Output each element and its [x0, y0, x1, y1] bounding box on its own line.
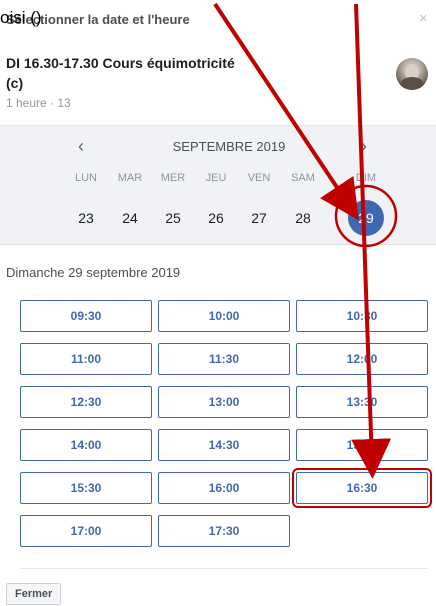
weekday-label: LUN — [74, 172, 97, 184]
calendar-day[interactable]: 24 — [112, 200, 148, 236]
time-slot-button[interactable]: 10:30 — [296, 300, 428, 332]
avatar — [396, 58, 428, 90]
event-title: DI 16.30-17.30 Cours équimotricité (c) — [6, 55, 235, 91]
time-slot-button[interactable]: 09:30 — [20, 300, 152, 332]
footer-divider — [20, 568, 428, 569]
weekday-label: JEU — [205, 172, 227, 184]
weekday-label: DIM — [355, 172, 377, 184]
time-slot-button[interactable]: 10:00 — [158, 300, 290, 332]
calendar-day[interactable]: 26 — [198, 200, 234, 236]
time-slot-button[interactable]: 16:00 — [158, 472, 290, 504]
time-slot-button[interactable]: 13:30 — [296, 386, 428, 418]
weekday-label: VEN — [247, 172, 271, 184]
time-slot-button[interactable]: 12:30 — [20, 386, 152, 418]
time-slot-button[interactable]: 15:30 — [20, 472, 152, 504]
time-slot-button[interactable]: 12:00 — [296, 343, 428, 375]
weekday-label: SAM — [291, 172, 315, 184]
overlay-caption: oisi () — [0, 8, 42, 27]
weekday-label: MER — [160, 172, 186, 184]
time-slot-button[interactable]: 17:00 — [20, 515, 152, 547]
time-slot-button[interactable]: 11:30 — [158, 343, 290, 375]
chevron-left-icon[interactable]: ‹ — [78, 136, 84, 157]
event-meta: 1 heure · 13 — [6, 96, 71, 110]
close-icon[interactable]: × — [419, 10, 428, 27]
calendar-month: SEPTEMBRE 2019 — [172, 139, 286, 154]
date-time-dialog: Sélectionner la date et l'heure × oisi (… — [0, 0, 436, 606]
calendar-day[interactable]: 23 — [68, 200, 104, 236]
weekday-label: MAR — [117, 172, 143, 184]
time-slot-button[interactable]: 17:30 — [158, 515, 290, 547]
calendar-day[interactable]: 25 — [155, 200, 191, 236]
week-calendar: ‹ SEPTEMBRE 2019 › LUN MAR MER JEU VEN SAM DIM… — [0, 125, 436, 245]
time-slot-button[interactable]: 14:30 — [158, 429, 290, 461]
calendar-day[interactable]: 28 — [285, 200, 321, 236]
selected-date-heading: Dimanche 29 septembre 2019 — [6, 265, 181, 280]
chevron-right-icon[interactable]: › — [361, 136, 367, 157]
time-slot-button[interactable]: 15:00 — [296, 429, 428, 461]
calendar-day[interactable]: 27 — [241, 200, 277, 236]
time-slot-button[interactable]: 13:00 — [158, 386, 290, 418]
dialog-header: Sélectionner la date et l'heure × — [0, 0, 436, 44]
time-slot-button[interactable]: 11:00 — [20, 343, 152, 375]
calendar-day-selected[interactable]: 29 — [348, 200, 384, 236]
time-slot-button[interactable]: 16:30 — [292, 468, 432, 508]
time-slot-button[interactable]: 14:00 — [20, 429, 152, 461]
close-button[interactable]: Fermer — [6, 583, 62, 605]
